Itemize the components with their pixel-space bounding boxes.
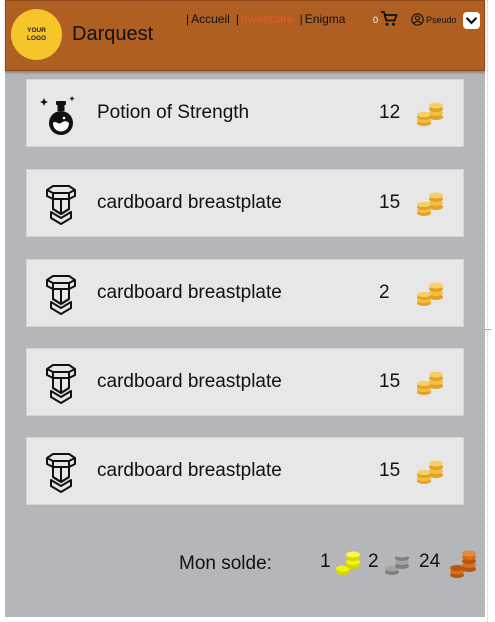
nav-separator: | (186, 12, 190, 26)
top-header: YOUR LOGO Darquest | Accueil | Inventair… (5, 0, 485, 71)
copper-coins-icon (450, 550, 476, 578)
cart-icon[interactable] (380, 11, 398, 27)
inventory-item[interactable]: cardboard breastplate 15 (26, 169, 464, 237)
gold-coins-icon (417, 282, 443, 306)
inventory-item[interactable]: cardboard breastplate 2 (26, 259, 464, 327)
nav-link-accueil[interactable]: Accueil (191, 12, 230, 26)
item-name: Potion of Strength (97, 102, 250, 123)
breastplate-icon (46, 185, 76, 225)
item-price: 12 (379, 102, 401, 123)
main-nav: | Accueil | Inventaire | Enigma (186, 12, 351, 26)
chevron-down-icon (466, 16, 477, 24)
inventory-item[interactable]: cardboard breastplate 15 (26, 348, 464, 416)
item-price: 15 (379, 192, 401, 213)
user-circle-icon[interactable] (411, 13, 424, 26)
gold-coins-icon (417, 102, 443, 126)
breastplate-icon (46, 453, 76, 493)
logo-text: YOUR LOGO (26, 26, 47, 42)
user-name[interactable]: Pseudo (426, 15, 457, 25)
item-price: 15 (379, 371, 401, 392)
item-name: cardboard breastplate (97, 192, 282, 213)
inventory-item[interactable]: cardboard breastplate 15 (26, 437, 464, 505)
item-price: 15 (379, 460, 401, 481)
logo[interactable]: YOUR LOGO (11, 9, 62, 60)
item-price: 2 (379, 282, 390, 303)
nav-link-enigma[interactable]: Enigma (305, 12, 346, 26)
user-dropdown-button[interactable] (463, 12, 480, 29)
item-name: cardboard breastplate (97, 460, 282, 481)
breastplate-icon (46, 275, 76, 315)
balance-silver-value: 2 (368, 551, 379, 572)
item-name: cardboard breastplate (97, 371, 282, 392)
potion-icon (40, 96, 75, 135)
gold-coins-icon (336, 551, 360, 575)
nav-separator: | (235, 12, 239, 26)
breastplate-icon (46, 364, 76, 404)
inventory-item[interactable]: Potion of Strength 12 (26, 79, 464, 147)
gold-coins-icon (417, 192, 443, 216)
brand-title[interactable]: Darquest (72, 23, 153, 46)
silver-coins-icon (385, 551, 409, 575)
balance-gold-value: 1 (320, 551, 331, 572)
gold-coins-icon (417, 371, 443, 395)
gold-coins-icon (417, 460, 443, 484)
nav-link-inventaire[interactable]: Inventaire (241, 12, 294, 26)
nav-separator: | (299, 12, 303, 26)
item-name: cardboard breastplate (97, 282, 282, 303)
page-edge-guide (487, 0, 488, 622)
balance-label: Mon solde: (179, 553, 272, 574)
balance-copper-value: 24 (419, 551, 441, 572)
cart-count-badge: 0 (373, 15, 379, 25)
